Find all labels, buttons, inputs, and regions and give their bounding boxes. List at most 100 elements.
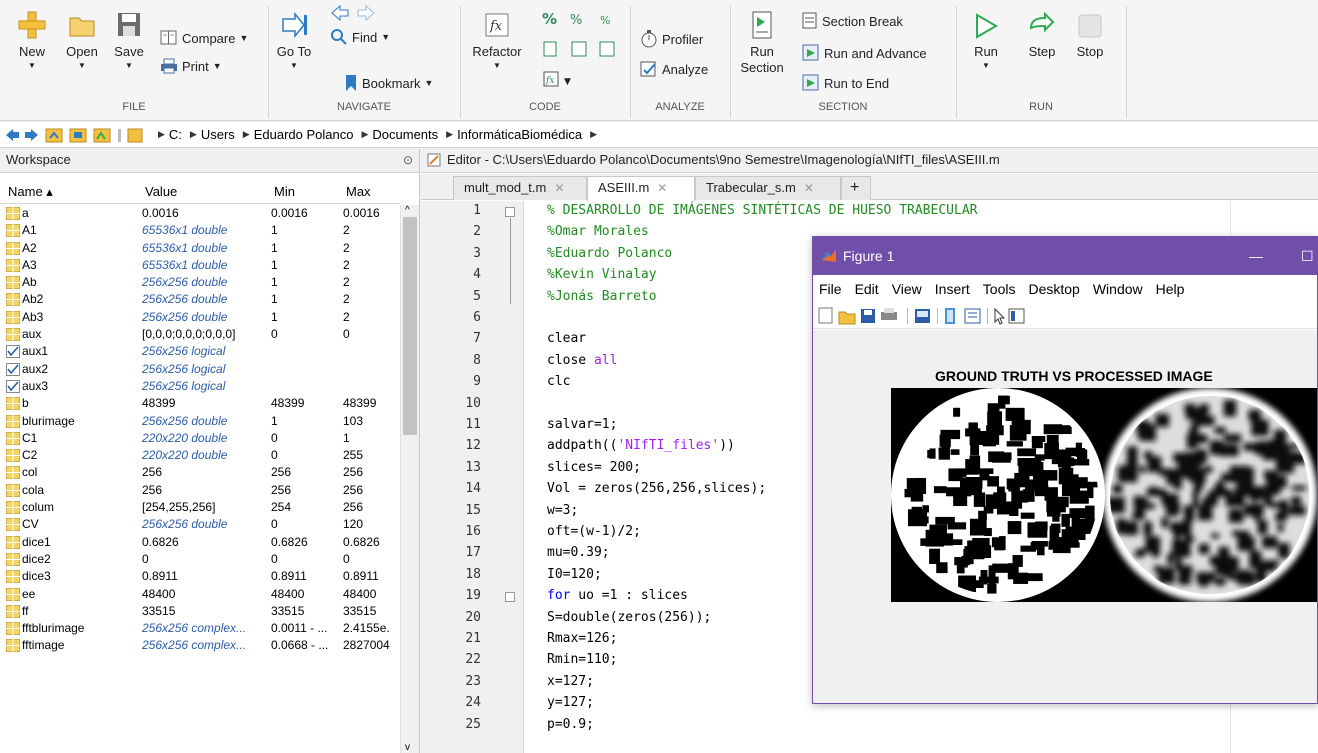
variable-min: 0 — [271, 448, 278, 463]
bookmark-button[interactable]: Bookmark ▼ — [344, 74, 433, 92]
table-row[interactable]: Ab2 256x256 double 1 2 — [0, 291, 400, 308]
figure-menu-item[interactable]: Desktop — [1028, 281, 1079, 297]
run-and-advance-button[interactable]: Run and Advance — [802, 44, 927, 62]
scroll-down-icon[interactable]: v — [405, 742, 410, 753]
divider — [1126, 6, 1127, 118]
table-row[interactable]: A1 65536x1 double 1 2 — [0, 222, 400, 239]
save-button[interactable]: Save ▼ — [108, 10, 150, 70]
table-row[interactable]: CV 256x256 double 0 120 — [0, 516, 400, 533]
svg-text:▼: ▼ — [564, 77, 571, 87]
table-row[interactable]: Ab3 256x256 double 1 2 — [0, 309, 400, 326]
table-row[interactable]: aux1 256x256 logical — [0, 343, 400, 360]
variable-min: 0 — [271, 327, 278, 342]
compare-button[interactable]: Compare ▼ — [160, 30, 248, 46]
breadcrumb-user[interactable]: Eduardo Polanco — [254, 127, 354, 142]
table-row[interactable]: aux3 256x256 logical — [0, 378, 400, 395]
table-row[interactable]: Ab 256x256 double 1 2 — [0, 274, 400, 291]
table-row[interactable]: ee 48400 48400 48400 — [0, 586, 400, 603]
texture-blob — [1046, 435, 1059, 447]
column-max[interactable]: Max — [346, 184, 371, 199]
code-line: %Eduardo Polanco — [547, 246, 672, 261]
table-row[interactable]: C2 220x220 double 0 255 — [0, 447, 400, 464]
refactor-button[interactable]: fx Refactor ▼ — [466, 10, 528, 70]
line-number: 14 — [465, 481, 481, 497]
column-name[interactable]: Name ▴ — [8, 184, 53, 200]
figure-menu-item[interactable]: Help — [1156, 281, 1185, 297]
table-row[interactable]: b 48399 48399 48399 — [0, 395, 400, 412]
add-tab-button[interactable]: + — [841, 176, 871, 200]
figure-menu-item[interactable]: File — [819, 281, 842, 297]
table-row[interactable]: dice2 0 0 0 — [0, 551, 400, 568]
breadcrumb-users[interactable]: Users — [201, 127, 235, 142]
tab-mult-mod-t[interactable]: mult_mod_t.m ✕ — [453, 176, 587, 200]
breadcrumb-documents[interactable]: Documents — [372, 127, 438, 142]
figure-menu-item[interactable]: View — [892, 281, 922, 297]
function-icon: fx — [485, 13, 509, 37]
panel-menu-icon[interactable]: ⊙ — [403, 149, 413, 171]
table-row[interactable]: dice1 0.6826 0.6826 0.6826 — [0, 534, 400, 551]
variable-name: dice3 — [22, 569, 51, 584]
figure-toolbar-icons[interactable] — [817, 306, 1107, 326]
nav-icons[interactable] — [4, 125, 154, 145]
tab-aseiii[interactable]: ASEIII.m ✕ — [587, 176, 695, 201]
table-row[interactable]: fftblurimage 256x256 complex... 0.0011 - .… — [0, 620, 400, 637]
figure-title-bar[interactable]: Figure 1 — ☐ — [813, 237, 1317, 275]
section-break-button[interactable]: Section Break — [802, 12, 903, 30]
open-button[interactable]: Open ▼ — [60, 10, 104, 70]
run-section-button[interactable]: Run Section — [736, 10, 788, 76]
variable-name: aux2 — [22, 361, 49, 376]
table-row[interactable]: A2 65536x1 double 1 2 — [0, 240, 400, 257]
back-forward-arrows[interactable] — [330, 4, 376, 25]
table-row[interactable]: aux2 256x256 logical — [0, 361, 400, 378]
figure-canvas[interactable]: GROUND TRUTH VS PROCESSED IMAGE — [813, 330, 1317, 703]
workspace-scrollbar[interactable]: ^ v — [400, 205, 419, 753]
close-icon[interactable]: ✕ — [554, 181, 564, 195]
table-row[interactable]: cola 256 256 256 — [0, 482, 400, 499]
stop-button[interactable]: Stop — [1070, 12, 1110, 60]
column-value[interactable]: Value — [145, 184, 177, 199]
texture-blob — [1031, 440, 1043, 449]
goto-button[interactable]: Go To ▼ — [272, 10, 316, 70]
step-button[interactable]: Step — [1022, 12, 1062, 60]
figure-menu-item[interactable]: Insert — [935, 281, 970, 297]
close-icon[interactable]: ✕ — [657, 181, 667, 195]
print-button[interactable]: Print ▼ — [160, 58, 222, 74]
texture-blob — [1228, 509, 1244, 523]
minimize-icon[interactable]: — — [1249, 237, 1263, 275]
table-row[interactable]: fftimage 256x256 complex... 0.0668 - ... 28… — [0, 637, 400, 654]
fold-toggle-icon[interactable] — [505, 592, 515, 603]
analyze-button[interactable]: Analyze — [640, 60, 708, 78]
maximize-icon[interactable]: ☐ — [1301, 237, 1314, 275]
find-button[interactable]: Find ▼ — [330, 28, 390, 46]
breadcrumb-folder[interactable]: InformáticaBiomédica — [457, 127, 582, 142]
figure-menu-item[interactable]: Edit — [855, 281, 879, 297]
texture-blob — [996, 452, 1012, 461]
fold-toggle-icon[interactable] — [505, 207, 515, 217]
table-row[interactable]: A3 65536x1 double 1 2 — [0, 257, 400, 274]
profiler-button[interactable]: Profiler — [640, 30, 703, 48]
table-row[interactable]: dice3 0.8911 0.8911 0.8911 — [0, 568, 400, 585]
figure-menu-item[interactable]: Window — [1093, 281, 1143, 297]
new-button[interactable]: New ▼ — [12, 10, 52, 70]
variable-name: dice1 — [22, 534, 51, 549]
code-tools[interactable]: % % % fx ▼ — [540, 8, 624, 101]
scroll-thumb[interactable] — [403, 217, 417, 435]
run-to-end-button[interactable]: Run to End — [802, 74, 889, 92]
scroll-up-icon[interactable]: ^ — [405, 205, 410, 216]
run-to-end-icon — [802, 74, 819, 91]
table-row[interactable]: a 0.0016 0.0016 0.0016 — [0, 205, 400, 222]
column-min[interactable]: Min — [274, 184, 295, 199]
texture-blob — [1223, 489, 1233, 497]
table-row[interactable]: ff 33515 33515 33515 — [0, 603, 400, 620]
table-row[interactable]: blurimage 256x256 double 1 103 — [0, 413, 400, 430]
table-row[interactable]: colum [254,255,256] 254 256 — [0, 499, 400, 516]
table-row[interactable]: C1 220x220 double 0 1 — [0, 430, 400, 447]
tab-trabecular-s[interactable]: Trabecular_s.m ✕ — [695, 176, 841, 200]
breadcrumb-drive[interactable]: C: — [169, 127, 182, 142]
logical-icon — [6, 379, 20, 393]
table-row[interactable]: aux [0,0,0;0,0,0;0,0,0] 0 0 — [0, 326, 400, 343]
table-row[interactable]: col 256 256 256 — [0, 464, 400, 481]
figure-menu-item[interactable]: Tools — [983, 281, 1016, 297]
close-icon[interactable]: ✕ — [804, 181, 814, 195]
run-button[interactable]: Run ▼ — [966, 12, 1006, 70]
